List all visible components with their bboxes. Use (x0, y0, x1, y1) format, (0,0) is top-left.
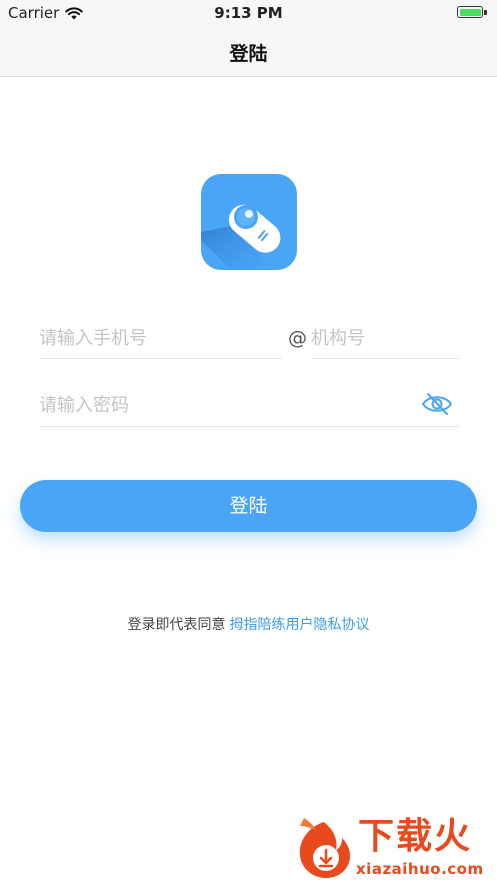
status-time: 9:13 PM (214, 4, 283, 22)
agreement-prefix: 登录即代表同意 (127, 617, 226, 633)
privacy-agreement-link[interactable]: 拇指陪练用户隐私协议 (230, 617, 370, 633)
battery-fill (459, 8, 481, 16)
battery-icon (457, 6, 483, 18)
watermark: 下载火 xiazaihuo.com (294, 816, 492, 880)
login-button[interactable]: 登陆 (20, 480, 477, 532)
status-bar: Carrier 9:13 PM (0, 0, 497, 26)
org-input[interactable] (311, 318, 459, 358)
agreement-text: 登录即代表同意 拇指陪练用户隐私协议 (0, 614, 497, 634)
nav-bar: 登陆 (0, 26, 497, 77)
password-field[interactable] (39, 385, 459, 427)
battery-cap (484, 10, 487, 15)
watermark-url: xiazaihuo.com (356, 860, 484, 878)
eye-hidden-icon[interactable] (420, 391, 454, 417)
at-sign: @ (288, 327, 307, 349)
phone-field[interactable] (39, 318, 282, 359)
app-logo-icon (201, 174, 297, 270)
watermark-title: 下载火 (358, 816, 473, 857)
org-field[interactable] (311, 318, 459, 359)
flame-logo-icon (299, 818, 350, 878)
page-title: 登陆 (229, 43, 268, 65)
password-input[interactable] (39, 385, 409, 426)
phone-input[interactable] (39, 318, 282, 358)
